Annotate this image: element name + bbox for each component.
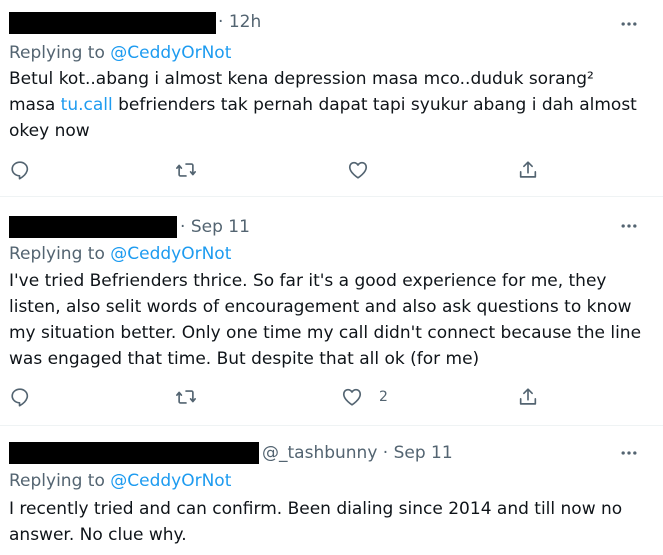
tweet-time[interactable]: Sep 11 — [394, 443, 453, 463]
redacted-author — [9, 216, 177, 238]
more-icon[interactable] — [619, 14, 639, 34]
replying-to: Replying to @CeddyOrNot — [9, 471, 231, 491]
share-icon — [517, 386, 539, 408]
like-count: 2 — [379, 389, 388, 405]
replying-prefix: Replying to — [9, 43, 105, 63]
separator: · — [218, 12, 224, 32]
replying-to: Replying to @CeddyOrNot — [9, 244, 231, 264]
tweet[interactable]: · 12h Replying to @CeddyOrNot Betul kot.… — [0, 0, 663, 197]
reply-button[interactable] — [9, 158, 31, 182]
tweet[interactable]: @_tashbunny · Sep 11 Replying to @CeddyO… — [0, 427, 663, 555]
tweet-meta: @_tashbunny · Sep 11 — [262, 443, 453, 463]
share-button[interactable] — [517, 385, 539, 409]
tweet-time[interactable]: 12h — [229, 12, 261, 32]
like-icon — [347, 159, 369, 181]
tweet-actions — [0, 158, 663, 182]
redacted-author — [9, 442, 259, 464]
share-icon — [517, 159, 539, 181]
replying-prefix: Replying to — [9, 471, 105, 491]
tweet-text: Betul kot..abang i almost kena depressio… — [9, 66, 643, 144]
retweet-button[interactable] — [175, 158, 197, 182]
tweet-actions: 2 — [0, 385, 663, 409]
retweet-icon — [175, 386, 197, 408]
tweet-time[interactable]: Sep 11 — [191, 217, 250, 237]
replying-handle-link[interactable]: @CeddyOrNot — [110, 43, 231, 63]
tweet-text: I've tried Befrienders thrice. So far it… — [9, 271, 642, 369]
redacted-author — [9, 12, 216, 34]
replying-handle-link[interactable]: @CeddyOrNot — [110, 471, 231, 491]
more-icon[interactable] — [619, 443, 639, 463]
retweet-button[interactable] — [175, 385, 197, 409]
separator: · — [382, 443, 389, 463]
author-handle[interactable]: @_tashbunny — [262, 443, 377, 463]
tweet-meta: · 12h — [218, 12, 261, 32]
replying-to: Replying to @CeddyOrNot — [9, 43, 231, 63]
share-button[interactable] — [517, 158, 539, 182]
tweet-meta: · Sep 11 — [180, 217, 250, 237]
more-icon[interactable] — [619, 216, 639, 236]
replying-prefix: Replying to — [9, 244, 105, 264]
retweet-icon — [175, 159, 197, 181]
tweet-text: I recently tried and can confirm. Been d… — [9, 499, 623, 545]
separator: · — [180, 217, 186, 237]
tweet-text-link[interactable]: tu.call — [61, 95, 113, 115]
like-button[interactable] — [347, 158, 385, 182]
replying-handle-link[interactable]: @CeddyOrNot — [110, 244, 231, 264]
like-icon — [341, 386, 363, 408]
reply-button[interactable] — [9, 385, 31, 409]
like-button[interactable]: 2 — [341, 385, 388, 409]
reply-icon — [9, 159, 31, 181]
tweet[interactable]: · Sep 11 Replying to @CeddyOrNot I've tr… — [0, 198, 663, 426]
reply-icon — [9, 386, 31, 408]
